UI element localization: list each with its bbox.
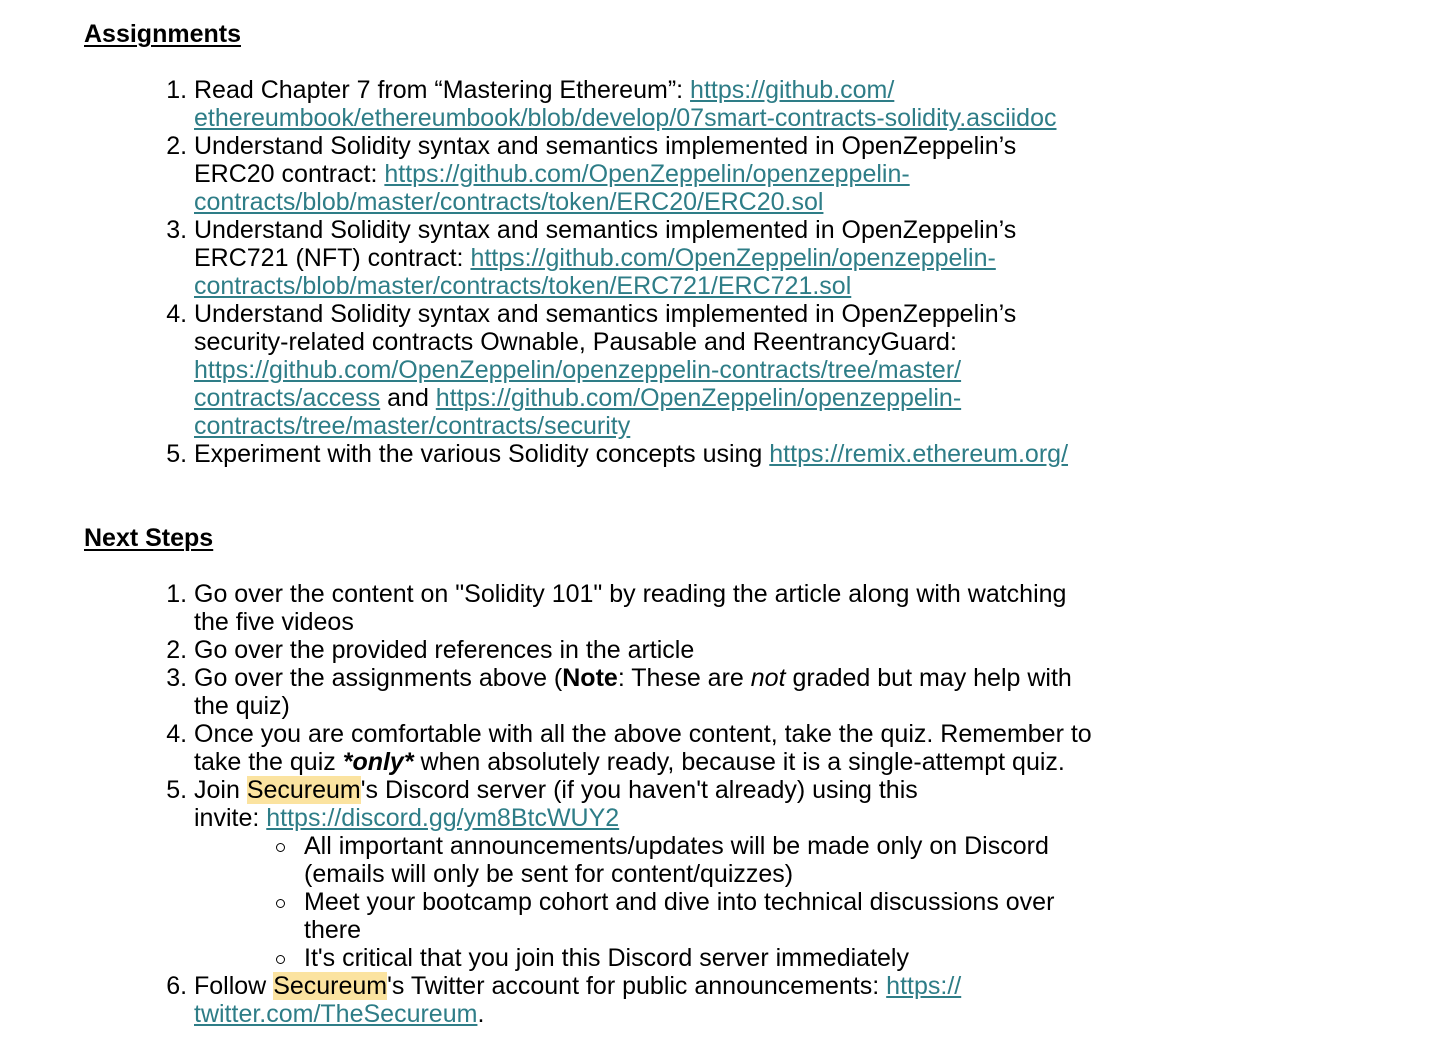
next-step-3-mid: : These are [617,664,751,692]
assignment-4-text: Understand Solidity syntax and semantics… [194,300,1017,328]
next-step-item-3: Go over the assignments above (Note: The… [194,664,1204,720]
assignment-item-3: Understand Solidity syntax and semantics… [194,216,1204,300]
remix-link[interactable]: https://remix.ethereum.org/ [769,440,1068,468]
next-step-4-text: Once you are comfortable with all the ab… [194,720,1092,748]
secureum-highlight: Secureum [273,972,388,1000]
assignments-list: Read Chapter 7 from “Mastering Ethereum”… [194,76,1204,468]
next-step-item-5: Join Secureum's Discord server (if you h… [194,776,1204,972]
assignment-item-5: Experiment with the various Solidity con… [194,440,1204,468]
next-step-item-1: Go over the content on "Solidity 101" by… [194,580,1204,636]
assignment-5-text: Experiment with the various Solidity con… [194,440,770,468]
assignment-2-text: Understand Solidity syntax and semantics… [194,132,1017,160]
next-steps-list: Go over the content on "Solidity 101" by… [194,580,1204,1028]
assignment-item-2: Understand Solidity syntax and semantics… [194,132,1204,216]
sub-item-3: It's critical that you join this Discord… [276,944,1204,972]
next-step-6-post: 's Twitter account for public announceme… [387,972,887,1000]
assignment-4-text-cont: security-related contracts Ownable, Paus… [194,328,957,356]
assignment-1-text: Read Chapter 7 from “Mastering Ethereum”… [194,76,691,104]
assignment-item-4: Understand Solidity syntax and semantics… [194,300,1204,440]
only-emphasis: *only* [342,748,414,776]
not-emphasis: not [750,664,786,692]
sub-item-2: Meet your bootcamp cohort and dive into … [276,888,1204,944]
next-step-3-post-cont: the quiz) [194,692,290,720]
assignments-heading: Assignments [84,20,241,48]
discord-invite-link[interactable]: https://discord.gg/ym8BtcWUY2 [266,804,619,832]
next-step-4-pre: take the quiz [194,748,343,776]
next-step-5-pre: Join [194,776,247,804]
sub-item-1: All important announcements/updates will… [276,832,1204,888]
next-step-3-pre: Go over the assignments above ( [194,664,563,692]
next-step-2-text: Go over the provided references in the a… [194,636,695,664]
note-label: Note [562,664,618,692]
next-step-5-post: 's Discord server (if you haven't alread… [360,776,918,804]
next-step-item-4: Once you are comfortable with all the ab… [194,720,1204,776]
period: . [477,1000,485,1028]
next-step-6-pre: Follow [194,972,274,1000]
and-text: and [380,384,436,412]
assignment-item-1: Read Chapter 7 from “Mastering Ethereum”… [194,76,1204,132]
assignment-3-text-cont: ERC721 (NFT) contract: [194,244,471,272]
next-steps-heading: Next Steps [84,524,214,552]
assignment-2-text-cont: ERC20 contract: [194,160,385,188]
next-step-1-text-cont: the five videos [194,608,354,636]
next-step-5-invite: invite: [194,804,267,832]
next-step-item-2: Go over the provided references in the a… [194,636,1204,664]
next-step-item-6: Follow Secureum's Twitter account for pu… [194,972,1204,1028]
secureum-highlight: Secureum [246,776,361,804]
discord-sublist: All important announcements/updates will… [194,832,1204,972]
next-step-1-text: Go over the content on "Solidity 101" by… [194,580,1067,608]
assignment-3-text: Understand Solidity syntax and semantics… [194,216,1017,244]
next-step-3-post: graded but may help with [785,664,1072,692]
next-step-4-post: when absolutely ready, because it is a s… [413,748,1065,776]
